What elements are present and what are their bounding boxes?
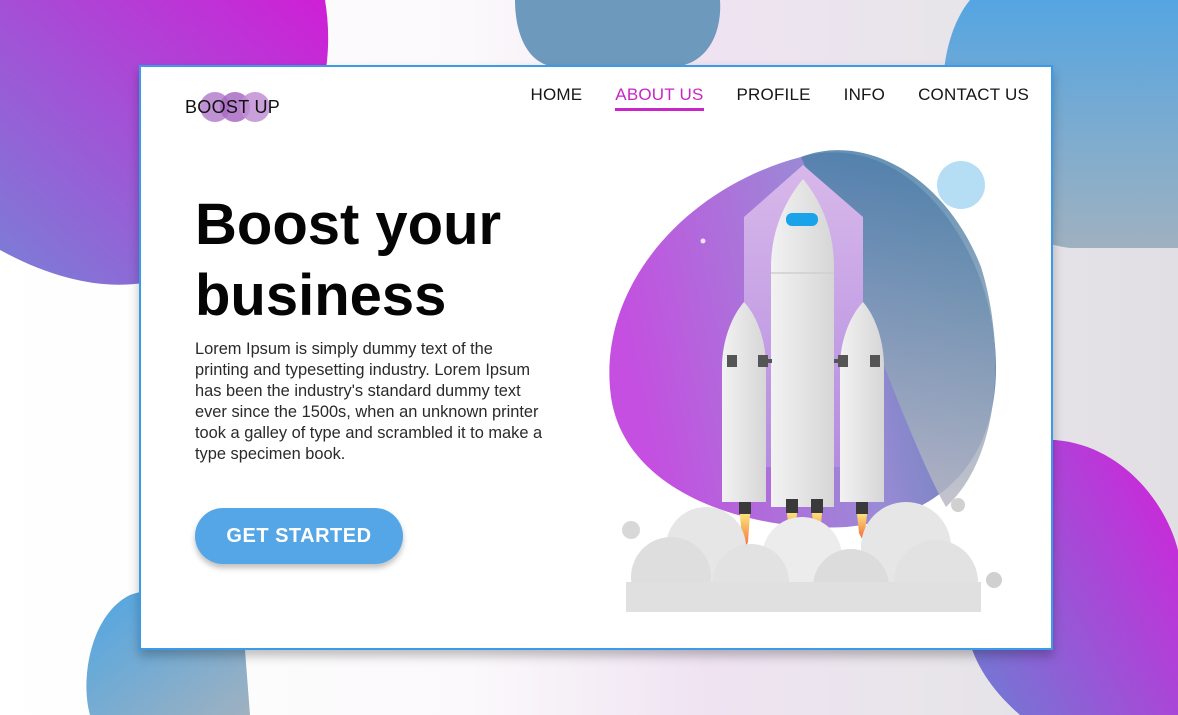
nav-info[interactable]: INFO (844, 85, 885, 111)
nav-profile[interactable]: PROFILE (737, 85, 811, 111)
landing-card: BOOST UP HOME ABOUT US PROFILE INFO CONT… (139, 65, 1053, 650)
rocket-illustration (609, 150, 1002, 612)
background-blob-top-center (515, 0, 721, 66)
hero-description: Lorem Ipsum is simply dummy text of the … (195, 340, 543, 463)
nav-contact-us[interactable]: CONTACT US (918, 85, 1029, 111)
cloud-icon (626, 502, 981, 612)
hero-title-line-2: business (195, 263, 447, 328)
nav-about-us[interactable]: ABOUT US (615, 85, 704, 111)
logo-text: BOOST UP (185, 96, 281, 117)
get-started-button[interactable]: GET STARTED (195, 508, 403, 564)
brand-logo[interactable]: BOOST UP (185, 89, 280, 125)
hero-title-line-1: Boost your (195, 192, 502, 257)
main-nav: HOME ABOUT US PROFILE INFO CONTACT US (497, 85, 1029, 111)
nav-home[interactable]: HOME (530, 85, 582, 111)
hero-title: Boost your business (195, 189, 575, 331)
